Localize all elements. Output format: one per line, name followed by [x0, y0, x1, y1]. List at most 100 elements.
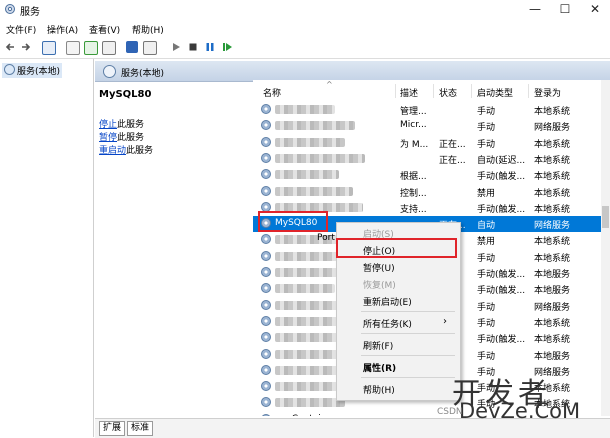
menu-item-refresh[interactable]: 刷新(F) — [363, 339, 393, 352]
gear-icon — [261, 381, 271, 392]
refresh-icon[interactable] — [84, 41, 98, 55]
menu-view[interactable]: 查看(V) — [89, 23, 120, 36]
column-divider[interactable] — [471, 84, 472, 98]
cell-desc: 支持... — [400, 204, 427, 215]
pause-service-link[interactable]: 暂停 — [99, 133, 117, 143]
table-row[interactable]: Micr... 手动 网络服务 — [253, 118, 601, 134]
services-pane-header: 服务(本地) — [95, 61, 610, 82]
start-icon[interactable] — [170, 41, 182, 53]
close-button[interactable]: ✕ — [580, 0, 610, 20]
tab-extended[interactable]: 扩展 — [99, 421, 126, 436]
cell-desc: 管理... — [400, 107, 427, 117]
cell-logon: 本地系统 — [534, 155, 571, 166]
menu-item-restart[interactable]: 重新启动(E) — [363, 295, 412, 308]
restart-service-link[interactable]: 重启动 — [99, 146, 126, 156]
cell-desc: Micr... — [400, 120, 427, 131]
cell-logon: 本地服务 — [534, 270, 571, 280]
table-row[interactable]: 控制... 禁用 本地系统 — [253, 184, 601, 200]
table-row[interactable]: 管理... 手动 本地系统 — [253, 102, 601, 118]
menu-file[interactable]: 文件(F) — [6, 23, 36, 36]
cell-logon: 网络服务 — [534, 123, 571, 134]
menu-separator — [361, 333, 455, 334]
table-row[interactable]: 正在... 自动(延迟... 本地系统 — [253, 151, 601, 167]
minimize-button[interactable]: — — [520, 0, 550, 20]
menu-item-help[interactable]: 帮助(H) — [363, 383, 395, 396]
menu-item-pause[interactable]: 暂停(U) — [363, 261, 395, 274]
partial-service-name: Port — [317, 233, 335, 243]
maximize-button[interactable]: ☐ — [550, 0, 580, 20]
gear-icon — [261, 185, 271, 196]
cell-startup: 手动 — [477, 139, 496, 150]
cell-logon: 本地系统 — [534, 237, 571, 248]
gear-icon — [261, 104, 271, 114]
cell-startup: 手动 — [477, 253, 496, 264]
watermark-logo-en: DevZe.CoM — [459, 399, 581, 423]
pause-icon[interactable] — [204, 41, 216, 53]
menu-separator — [361, 355, 455, 356]
gear-icon — [261, 120, 271, 131]
cell-logon: 本地系统 — [534, 253, 571, 264]
column-divider[interactable] — [528, 84, 529, 98]
restart-icon[interactable] — [221, 41, 233, 53]
menu-item-all-tasks[interactable]: 所有任务(K) — [363, 317, 412, 330]
gear-icon — [261, 234, 271, 245]
watermark-csdn: CSDN — [437, 407, 463, 417]
console-tree-icon[interactable] — [42, 41, 56, 55]
cell-logon: 本地系统 — [534, 204, 571, 215]
cell-startup: 手动(触发... — [477, 172, 526, 183]
view-icon[interactable] — [143, 41, 157, 55]
column-header-status[interactable]: 状态 — [439, 86, 457, 99]
stop-service-line: 停止此服务 — [99, 117, 144, 130]
column-header-startup[interactable]: 启动类型 — [477, 86, 513, 99]
cell-startup: 手动 — [477, 302, 496, 313]
cell-startup: 自动(延迟... — [477, 155, 526, 166]
gear-icon — [261, 250, 271, 261]
tree-item-label: 服务(本地) — [17, 67, 61, 77]
menu-bar: 文件(F) 操作(A) 查看(V) 帮助(H) — [0, 20, 610, 37]
table-row[interactable]: 根据... 手动(触发... 本地系统 — [253, 167, 601, 183]
table-row[interactable]: 为 M... 正在... 手动 本地系统 — [253, 135, 601, 151]
column-divider[interactable] — [433, 84, 434, 98]
tree-item-services-local[interactable]: 服务(本地) — [2, 63, 63, 78]
menu-item-resume[interactable]: 恢复(M) — [363, 278, 396, 291]
pause-service-suffix: 此服务 — [117, 133, 145, 143]
menu-separator — [361, 311, 455, 312]
cell-logon: 本地系统 — [534, 172, 571, 183]
gear-icon — [103, 65, 116, 78]
cell-startup: 手动(触发... — [477, 286, 526, 297]
back-icon[interactable] — [4, 41, 16, 53]
stop-service-suffix: 此服务 — [117, 120, 145, 130]
menu-item-properties[interactable]: 属性(R) — [363, 361, 396, 374]
restart-service-suffix: 此服务 — [126, 146, 154, 156]
stop-service-link[interactable]: 停止 — [99, 120, 117, 130]
redacted-name — [275, 137, 345, 147]
forward-icon[interactable] — [20, 41, 32, 53]
cell-logon: 本地服务 — [534, 351, 571, 362]
stop-icon[interactable] — [187, 41, 199, 53]
pane-title: 服务(本地) — [121, 69, 165, 79]
tab-standard[interactable]: 标准 — [127, 421, 154, 436]
cell-startup: 自动 — [477, 221, 496, 232]
properties-icon[interactable] — [66, 41, 80, 55]
scrollbar-thumb[interactable] — [602, 206, 609, 228]
menu-help[interactable]: 帮助(H) — [132, 23, 164, 36]
column-header-name[interactable]: 名称 — [263, 86, 281, 99]
column-divider[interactable] — [395, 84, 396, 98]
gear-icon — [261, 283, 271, 294]
column-header-logon[interactable]: 登录为 — [534, 86, 561, 99]
cell-logon: 本地系统 — [534, 107, 571, 117]
cell-name: ...y Containe... — [275, 414, 341, 416]
console-tree: 服务(本地) — [0, 59, 94, 437]
help-icon[interactable] — [126, 41, 138, 53]
gear-icon — [261, 169, 271, 180]
gear-icon — [261, 299, 271, 310]
gear-icon — [261, 397, 271, 408]
highlight-box-stop — [336, 238, 457, 258]
column-header-description[interactable]: 描述 — [400, 86, 418, 99]
export-icon[interactable] — [102, 41, 116, 55]
menu-action[interactable]: 操作(A) — [47, 23, 78, 36]
vertical-scrollbar[interactable] — [601, 80, 610, 416]
gear-icon — [261, 348, 271, 359]
redacted-name — [275, 284, 335, 294]
gear-icon — [261, 315, 271, 326]
